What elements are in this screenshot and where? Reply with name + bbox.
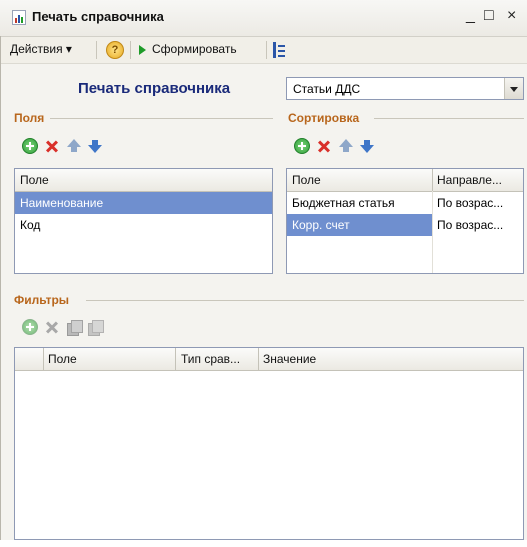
- filters-group-title: Фильтры: [14, 293, 70, 307]
- delete-icon[interactable]: [44, 138, 60, 154]
- arrow-down-icon[interactable]: [359, 138, 375, 154]
- print-directory-window: Печать справочника _ □ × Действия ▾ ? Сф…: [0, 0, 527, 547]
- copy-icon: [66, 319, 83, 336]
- bottom-edge: [0, 540, 527, 547]
- delete-icon[interactable]: [316, 138, 332, 154]
- sort-field: Корр. счет: [292, 218, 350, 232]
- report-icon: [12, 10, 26, 25]
- title-bar[interactable]: Печать справочника _ □ ×: [0, 0, 527, 37]
- tree-structure-icon[interactable]: [273, 42, 285, 58]
- generate-button[interactable]: Сформировать: [152, 42, 237, 56]
- sort-field: Бюджетная статья: [292, 196, 395, 210]
- field-name: Наименование: [20, 196, 104, 210]
- table-header: Поле Направле...: [287, 169, 523, 192]
- column-header[interactable]: Поле: [292, 173, 321, 187]
- sorting-group-title: Сортировка: [288, 111, 360, 125]
- directory-select[interactable]: Статьи ДДС: [286, 77, 524, 100]
- window-title: Печать справочника: [32, 9, 164, 24]
- fields-group-divider: [50, 118, 273, 119]
- maximize-button[interactable]: □: [484, 6, 494, 26]
- sorting-table[interactable]: Поле Направле... Бюджетная статья По воз…: [286, 168, 524, 274]
- column-divider: [43, 348, 44, 370]
- add-icon[interactable]: [22, 319, 38, 335]
- sort-direction[interactable]: По возрас...: [437, 196, 503, 210]
- arrow-down-icon[interactable]: [87, 138, 103, 154]
- fields-group-title: Поля: [14, 111, 45, 125]
- column-divider[interactable]: [175, 348, 176, 370]
- directory-select-value: Статьи ДДС: [293, 82, 361, 96]
- filters-table[interactable]: Поле Тип срав... Значение: [14, 347, 524, 540]
- toolbar: Действия ▾ ? Сформировать: [0, 37, 527, 64]
- toolbar-separator: [96, 41, 97, 59]
- chevron-down-icon[interactable]: [504, 78, 523, 99]
- table-header: Поле: [15, 169, 272, 192]
- column-divider[interactable]: [432, 169, 433, 191]
- table-row[interactable]: Код: [15, 214, 272, 236]
- toolbar-separator: [130, 41, 131, 59]
- chevron-down-icon: ▾: [65, 42, 72, 56]
- sort-direction[interactable]: По возрас...: [437, 218, 503, 232]
- table-row[interactable]: Бюджетная статья По возрас...: [287, 192, 523, 214]
- delete-icon: [44, 319, 60, 335]
- column-header[interactable]: Поле: [20, 173, 49, 187]
- column-header[interactable]: Тип срав...: [181, 352, 240, 366]
- close-button[interactable]: ×: [507, 6, 516, 26]
- page-title: Печать справочника: [78, 80, 231, 97]
- field-name: Код: [20, 218, 41, 232]
- paste-icon: [87, 319, 104, 336]
- actions-label: Действия: [10, 42, 63, 56]
- filters-group-divider: [86, 300, 524, 301]
- column-divider[interactable]: [258, 348, 259, 370]
- help-icon[interactable]: ?: [106, 41, 124, 59]
- actions-menu[interactable]: Действия ▾: [10, 42, 72, 56]
- column-header[interactable]: Значение: [263, 352, 316, 366]
- table-header: Поле Тип срав... Значение: [15, 348, 523, 371]
- column-header[interactable]: Направле...: [437, 173, 502, 187]
- toolbar-separator: [266, 41, 267, 59]
- add-icon[interactable]: [294, 138, 310, 154]
- add-icon[interactable]: [22, 138, 38, 154]
- play-icon[interactable]: [139, 45, 146, 55]
- arrow-up-icon[interactable]: [338, 138, 354, 154]
- minimize-button[interactable]: _: [466, 6, 475, 26]
- sorting-group-divider: [374, 118, 524, 119]
- fields-table[interactable]: Поле Наименование Код: [14, 168, 273, 274]
- left-border: [0, 36, 1, 547]
- table-row[interactable]: Наименование: [15, 192, 272, 214]
- column-header[interactable]: Поле: [48, 352, 77, 366]
- arrow-up-icon[interactable]: [66, 138, 82, 154]
- table-row[interactable]: Корр. счет По возрас...: [287, 214, 523, 236]
